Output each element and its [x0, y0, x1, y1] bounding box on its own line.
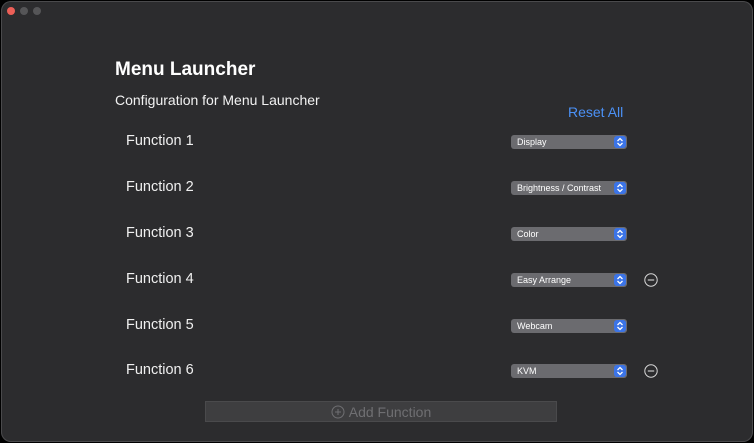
chevron-updown-icon	[614, 365, 626, 377]
function-row: Function 1 Display	[1, 127, 753, 157]
function-select-value: Color	[517, 229, 539, 239]
function-label: Function 5	[126, 317, 194, 333]
plus-circle-icon	[331, 405, 345, 418]
chevron-updown-icon	[614, 136, 626, 148]
function-row: Function 3 Color	[1, 219, 753, 249]
window-controls	[7, 7, 41, 15]
function-select[interactable]: Color	[511, 227, 627, 241]
minus-circle-icon	[644, 273, 658, 287]
page-title: Menu Launcher	[115, 59, 256, 80]
zoom-window-button[interactable]	[33, 7, 41, 15]
function-label: Function 3	[126, 225, 194, 241]
remove-function-button[interactable]	[644, 364, 658, 378]
function-select[interactable]: Brightness / Contrast	[511, 181, 627, 195]
reset-all-button[interactable]: Reset All	[568, 104, 623, 120]
app-window: Menu Launcher Configuration for Menu Lau…	[1, 1, 753, 442]
chevron-updown-icon	[614, 182, 626, 194]
function-label: Function 4	[126, 271, 194, 287]
function-label: Function 2	[126, 179, 194, 195]
function-row: Function 2 Brightness / Contrast	[1, 173, 753, 203]
function-label: Function 1	[126, 133, 194, 149]
function-select[interactable]: Display	[511, 135, 627, 149]
function-select-value: Display	[517, 137, 547, 147]
chevron-updown-icon	[614, 228, 626, 240]
function-select-value: Brightness / Contrast	[517, 183, 602, 193]
function-row: Function 5 Webcam	[1, 311, 753, 341]
chevron-updown-icon	[614, 320, 626, 332]
minimize-window-button[interactable]	[20, 7, 28, 15]
function-select[interactable]: Webcam	[511, 319, 627, 333]
function-select-value: KVM	[517, 366, 537, 376]
function-select-value: Webcam	[517, 321, 553, 331]
add-function-button[interactable]: Add Function	[205, 401, 557, 422]
function-row: Function 4 Easy Arrange	[1, 265, 753, 295]
remove-function-button[interactable]	[644, 273, 658, 287]
close-window-button[interactable]	[7, 7, 15, 15]
page-subtitle: Configuration for Menu Launcher	[115, 92, 320, 108]
function-row: Function 6 KVM	[1, 356, 753, 386]
function-label: Function 6	[126, 362, 194, 378]
add-function-label: Add Function	[348, 403, 432, 420]
minus-circle-icon	[644, 364, 658, 378]
function-select[interactable]: KVM	[511, 364, 627, 378]
function-select-value: Easy Arrange	[517, 275, 572, 285]
function-select[interactable]: Easy Arrange	[511, 273, 627, 287]
chevron-updown-icon	[614, 274, 626, 286]
